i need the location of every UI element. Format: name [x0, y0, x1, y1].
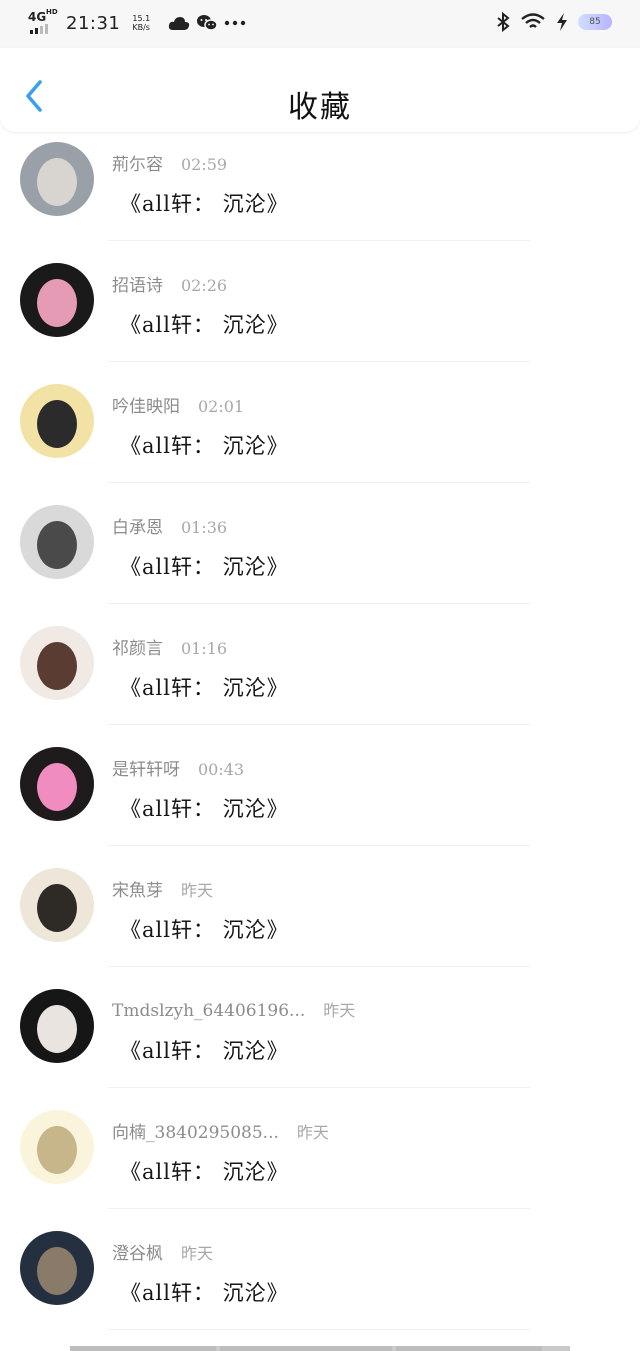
- list-item[interactable]: 是轩轩呀 00:43 《all轩： 沉沦》: [0, 725, 640, 846]
- item-content[interactable]: 《all轩： 沉沦》: [120, 309, 289, 339]
- status-left: 4G HD 21:31 15.1 KB/s: [28, 8, 246, 36]
- item-time: 00:43: [198, 760, 245, 779]
- network-type: 4G: [28, 10, 47, 24]
- user-name[interactable]: 招语诗: [112, 271, 163, 296]
- list-item[interactable]: 吟佳映阳 02:01 《all轩： 沉沦》: [0, 362, 640, 483]
- speed-unit: KB/s: [132, 23, 150, 32]
- item-content[interactable]: 《all轩： 沉沦》: [120, 188, 289, 218]
- item-meta: 祁颜言 01:16: [112, 634, 227, 659]
- bottom-bar: [70, 1346, 570, 1351]
- item-time: 昨天: [323, 1001, 356, 1020]
- item-time: 02:59: [181, 155, 228, 174]
- avatar[interactable]: [20, 989, 94, 1063]
- avatar[interactable]: [20, 747, 94, 821]
- speed-value: 15.1: [132, 14, 151, 23]
- item-time: 01:16: [181, 639, 228, 658]
- item-content[interactable]: 《all轩： 沉沦》: [120, 793, 289, 823]
- item-meta: 荊尓容 02:59: [112, 150, 227, 175]
- status-right: 85: [496, 12, 612, 32]
- item-time: 昨天: [181, 881, 214, 900]
- avatar[interactable]: [20, 505, 94, 579]
- item-time: 02:01: [198, 397, 245, 416]
- network-sub: HD: [46, 8, 58, 16]
- charging-icon: [557, 13, 567, 31]
- item-meta: 白承恩 01:36: [112, 513, 227, 538]
- user-name[interactable]: Tmdslzyh_64406196...: [112, 1001, 305, 1021]
- user-name[interactable]: 荊尓容: [112, 150, 163, 175]
- item-meta: 宋魚芽 昨天: [112, 876, 213, 901]
- cloud-icon: [169, 17, 190, 30]
- user-name[interactable]: 澄谷枫: [112, 1239, 163, 1264]
- item-time: 01:36: [181, 518, 228, 537]
- divider: [108, 1329, 530, 1330]
- list-item[interactable]: 白承恩 01:36 《all轩： 沉沦》: [0, 483, 640, 604]
- item-meta: 是轩轩呀 00:43: [112, 755, 244, 780]
- item-meta: 澄谷枫 昨天: [112, 1239, 213, 1264]
- user-name[interactable]: 白承恩: [112, 513, 163, 538]
- user-name[interactable]: 祁颜言: [112, 634, 163, 659]
- list-item[interactable]: 澄谷枫 昨天 《all轩： 沉沦》: [0, 1209, 640, 1330]
- item-time: 昨天: [296, 1123, 329, 1142]
- favorites-list: 荊尓容 02:59 《all轩： 沉沦》 招语诗 02:26 《all轩： 沉沦…: [0, 120, 640, 1330]
- item-meta: 招语诗 02:26: [112, 271, 227, 296]
- item-content[interactable]: 《all轩： 沉沦》: [120, 551, 289, 581]
- item-meta: 向楠_3840295085... 昨天: [112, 1118, 329, 1143]
- item-content[interactable]: 《all轩： 沉沦》: [120, 1277, 289, 1307]
- user-name[interactable]: 吟佳映阳: [112, 392, 180, 417]
- wechat-icon: [197, 15, 218, 31]
- item-content[interactable]: 《all轩： 沉沦》: [120, 914, 289, 944]
- bluetooth-icon: [497, 12, 510, 32]
- item-meta: Tmdslzyh_64406196... 昨天: [112, 997, 355, 1021]
- list-item[interactable]: 招语诗 02:26 《all轩： 沉沦》: [0, 241, 640, 362]
- item-meta: 吟佳映阳 02:01: [112, 392, 244, 417]
- avatar[interactable]: [20, 1110, 94, 1184]
- avatar[interactable]: [20, 1231, 94, 1305]
- list-item[interactable]: 荊尓容 02:59 《all轩： 沉沦》: [0, 120, 640, 241]
- item-time: 昨天: [181, 1244, 214, 1263]
- network-speed: 15.1 KB/s: [132, 14, 150, 32]
- status-time: 21:31: [66, 12, 121, 34]
- list-item[interactable]: 宋魚芽 昨天 《all轩： 沉沦》: [0, 846, 640, 967]
- item-content[interactable]: 《all轩： 沉沦》: [120, 672, 289, 702]
- avatar[interactable]: [20, 263, 94, 337]
- avatar[interactable]: [20, 626, 94, 700]
- avatar[interactable]: [20, 868, 94, 942]
- item-time: 02:26: [181, 276, 228, 295]
- wifi-icon: [521, 13, 545, 28]
- list-item[interactable]: 向楠_3840295085... 昨天 《all轩： 沉沦》: [0, 1088, 640, 1209]
- battery-level: 85: [578, 14, 612, 30]
- avatar[interactable]: [20, 142, 94, 216]
- status-bar: 4G HD 21:31 15.1 KB/s 85: [0, 0, 640, 48]
- item-content[interactable]: 《all轩： 沉沦》: [120, 1035, 289, 1065]
- user-name[interactable]: 向楠_3840295085...: [112, 1118, 279, 1143]
- user-name[interactable]: 是轩轩呀: [112, 755, 180, 780]
- avatar[interactable]: [20, 384, 94, 458]
- item-content[interactable]: 《all轩： 沉沦》: [120, 1156, 289, 1186]
- item-content[interactable]: 《all轩： 沉沦》: [120, 430, 289, 460]
- list-item[interactable]: Tmdslzyh_64406196... 昨天 《all轩： 沉沦》: [0, 967, 640, 1088]
- list-item[interactable]: 祁颜言 01:16 《all轩： 沉沦》: [0, 604, 640, 725]
- user-name[interactable]: 宋魚芽: [112, 876, 163, 901]
- cellular-signal-icon: 4G HD: [28, 8, 58, 36]
- more-dots-icon: [224, 20, 246, 26]
